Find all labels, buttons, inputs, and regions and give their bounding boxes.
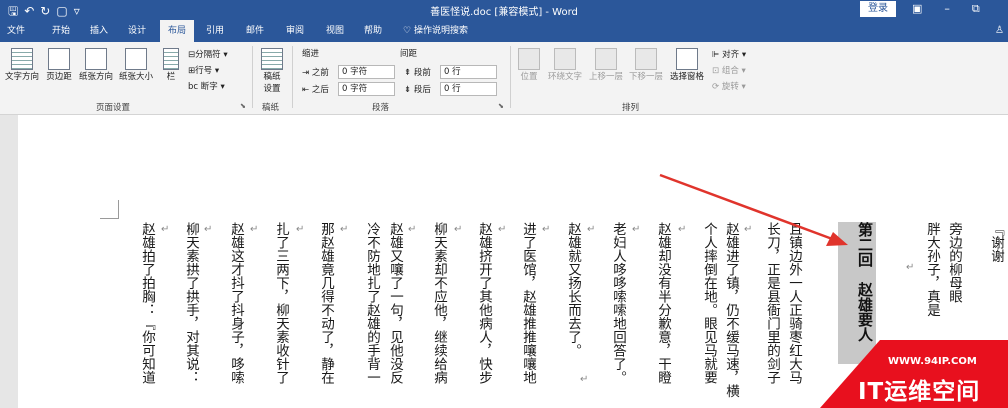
annotation-arrow-line [659,173,836,242]
watermark-url: WWW.94IP.COM [888,356,977,367]
watermark-text: IT运维空间 [858,379,981,405]
